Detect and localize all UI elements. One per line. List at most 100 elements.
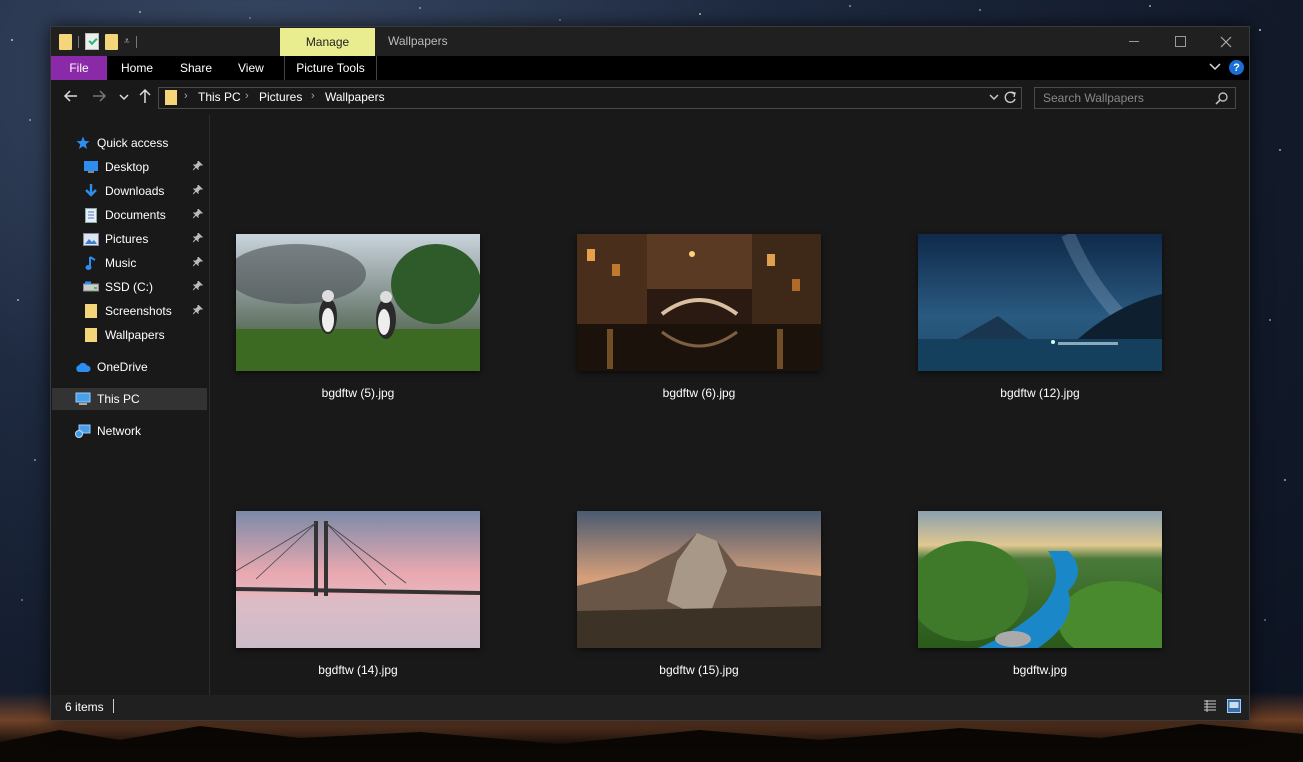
file-item[interactable]: bgdftw (14).jpg: [235, 511, 481, 677]
recent-locations-icon[interactable]: [119, 92, 129, 102]
thumbnail-venice-canal: [577, 234, 821, 371]
sidebar-item-label: Wallpapers: [105, 328, 165, 342]
sidebar-item-label: Desktop: [105, 160, 150, 174]
sidebar-item-label: Quick access: [97, 136, 169, 150]
breadcrumb-pictures[interactable]: Pictures: [259, 90, 302, 104]
tab-share[interactable]: Share: [180, 56, 212, 80]
sidebar-item-label: Network: [97, 424, 142, 438]
navigation-bar: › This PC › Pictures › Wallpapers: [51, 80, 1249, 115]
sidebar-item-label: Screenshots: [105, 304, 172, 318]
status-divider: [113, 699, 114, 713]
tab-manage[interactable]: Manage: [280, 28, 375, 56]
document-icon: [83, 207, 99, 223]
breadcrumb-separator[interactable]: ›: [311, 90, 315, 102]
sidebar-item-label: Pictures: [105, 232, 149, 246]
sidebar-item-network[interactable]: Network: [75, 420, 141, 442]
drive-icon: [83, 279, 99, 295]
sidebar-item-desktop[interactable]: Desktop: [83, 156, 207, 178]
close-button[interactable]: [1203, 27, 1249, 56]
sidebar-item-this-pc[interactable]: This PC: [52, 388, 207, 410]
pin-icon[interactable]: [192, 159, 204, 171]
window-title: Wallpapers: [388, 34, 448, 48]
expand-ribbon-icon[interactable]: [1209, 60, 1221, 74]
music-icon: [83, 255, 99, 271]
sidebar-item-pictures[interactable]: Pictures: [83, 228, 207, 250]
pin-icon[interactable]: [192, 183, 204, 195]
breadcrumb-wallpapers[interactable]: Wallpapers: [325, 90, 385, 104]
breadcrumb-this-pc[interactable]: This PC: [198, 90, 241, 104]
address-bar[interactable]: › This PC › Pictures › Wallpapers: [158, 87, 1022, 109]
thumbnail-mountain-peaks: [577, 511, 821, 648]
tab-view[interactable]: View: [238, 56, 264, 80]
sidebar-item-music[interactable]: Music: [83, 252, 207, 274]
thumbnail-milky-way-lake: [918, 231, 1162, 371]
breadcrumb-separator[interactable]: ›: [184, 90, 188, 102]
sidebar-item-label: Music: [105, 256, 137, 270]
pin-icon[interactable]: [192, 303, 204, 315]
file-item[interactable]: bgdftw (5).jpg: [226, 234, 481, 400]
help-button[interactable]: ?: [1229, 60, 1244, 75]
search-box[interactable]: [1034, 87, 1236, 109]
pin-icon[interactable]: [192, 255, 204, 267]
refresh-icon[interactable]: [1003, 89, 1017, 105]
thumbnail-bridge-sunset: [235, 511, 481, 648]
search-icon[interactable]: [1215, 91, 1229, 105]
properties-icon[interactable]: [85, 33, 99, 50]
download-icon: [83, 183, 99, 199]
back-arrow-icon[interactable]: [63, 88, 79, 104]
sidebar-item-screenshots[interactable]: Screenshots: [83, 300, 207, 322]
cloud-icon: [75, 359, 91, 375]
sidebar-item-label: SSD (C:): [105, 280, 153, 294]
tab-file[interactable]: File: [51, 56, 107, 80]
toolbar-divider: [78, 35, 79, 48]
thumbnail-penguins: [226, 234, 481, 371]
navigation-pane: Quick access Desktop Downloads Documents…: [51, 115, 210, 695]
minimize-icon: [1129, 41, 1139, 42]
file-item[interactable]: bgdftw (12).jpg: [918, 231, 1162, 400]
pin-icon[interactable]: [192, 279, 204, 291]
file-item[interactable]: bgdftw (15).jpg: [577, 511, 821, 677]
address-history-icon[interactable]: [989, 89, 999, 105]
up-arrow-icon[interactable]: [137, 88, 153, 104]
sidebar-item-wallpapers[interactable]: Wallpapers: [83, 324, 207, 346]
quick-access-toolbar: ⩡: [59, 33, 137, 50]
sidebar-item-quick-access[interactable]: Quick access: [75, 132, 168, 154]
file-name: bgdftw (15).jpg: [659, 663, 739, 677]
sidebar-item-downloads[interactable]: Downloads: [83, 180, 207, 202]
breadcrumb-separator[interactable]: ›: [245, 90, 249, 102]
maximize-button[interactable]: [1157, 27, 1203, 56]
status-bar: 6 items: [51, 695, 1249, 720]
sidebar-item-label: Documents: [105, 208, 166, 222]
folder-icon[interactable]: [59, 33, 72, 50]
large-icons-view-icon[interactable]: [1227, 699, 1241, 713]
file-name: bgdftw (14).jpg: [318, 663, 398, 677]
details-view-icon[interactable]: [1203, 699, 1217, 713]
file-name: bgdftw (5).jpg: [321, 386, 395, 400]
tab-picture-tools[interactable]: Picture Tools: [284, 56, 377, 80]
sidebar-item-ssd-c[interactable]: SSD (C:): [83, 276, 207, 298]
file-list: bgdftw (5).jpg bgdftw (6).jpg bgdftw (12…: [210, 115, 1248, 695]
sidebar-item-documents[interactable]: Documents: [83, 204, 207, 226]
file-name: bgdftw (6).jpg: [662, 386, 736, 400]
sidebar-item-label: Downloads: [105, 184, 165, 198]
minimize-button[interactable]: [1111, 27, 1157, 56]
sidebar-item-onedrive[interactable]: OneDrive: [75, 356, 148, 378]
file-item[interactable]: bgdftw.jpg: [908, 511, 1178, 677]
ribbon-tabs: File Home Share View Picture Tools ?: [51, 56, 1249, 80]
tab-home[interactable]: Home: [121, 56, 153, 80]
file-name: bgdftw.jpg: [1012, 663, 1068, 677]
new-folder-icon[interactable]: [105, 33, 118, 50]
search-input[interactable]: [1041, 90, 1210, 106]
forward-arrow-icon[interactable]: [91, 88, 107, 104]
file-item[interactable]: bgdftw (6).jpg: [577, 234, 821, 400]
maximize-icon: [1174, 36, 1186, 47]
pin-icon[interactable]: [192, 231, 204, 243]
file-explorer-window: ⩡ Manage Wallpapers File Home Share View…: [50, 26, 1250, 721]
sidebar-item-label: This PC: [97, 392, 140, 406]
folder-icon: [83, 303, 99, 319]
thumbnail-river-forest: [908, 511, 1178, 661]
title-bar: ⩡ Manage Wallpapers: [51, 27, 1249, 56]
customize-toolbar-icon[interactable]: ⩡: [124, 36, 130, 47]
pin-icon[interactable]: [192, 207, 204, 219]
file-name: bgdftw (12).jpg: [1000, 386, 1080, 400]
